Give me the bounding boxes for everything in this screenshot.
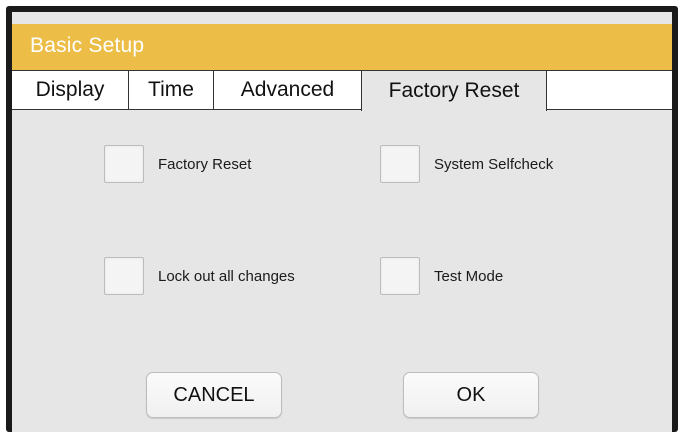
ok-button[interactable]: OK bbox=[403, 372, 539, 418]
option-lock-out-all-changes: Lock out all changes bbox=[104, 257, 295, 295]
test-mode-label: Test Mode bbox=[434, 267, 504, 285]
lock-out-checkbox[interactable] bbox=[104, 257, 144, 295]
window-title: Basic Setup bbox=[30, 34, 145, 57]
system-selfcheck-checkbox[interactable] bbox=[380, 145, 420, 183]
tab-advanced[interactable]: Advanced bbox=[214, 71, 362, 109]
test-mode-checkbox[interactable] bbox=[380, 257, 420, 295]
lock-out-label: Lock out all changes bbox=[158, 267, 295, 285]
tab-content-panel: Factory Reset System Selfcheck Lock out … bbox=[12, 110, 672, 432]
title-bar: Basic Setup bbox=[12, 24, 672, 70]
cancel-button[interactable]: CANCEL bbox=[146, 372, 282, 418]
basic-setup-window: Basic Setup Display Time Advanced Factor… bbox=[12, 12, 672, 432]
factory-reset-label: Factory Reset bbox=[158, 155, 252, 173]
tab-bar: Display Time Advanced Factory Reset bbox=[12, 70, 672, 111]
tab-time[interactable]: Time bbox=[129, 71, 214, 109]
system-selfcheck-label: System Selfcheck bbox=[434, 155, 554, 173]
tab-display[interactable]: Display bbox=[12, 71, 129, 109]
option-test-mode: Test Mode bbox=[380, 257, 503, 295]
option-factory-reset: Factory Reset bbox=[104, 145, 251, 183]
factory-reset-checkbox[interactable] bbox=[104, 145, 144, 183]
option-system-selfcheck: System Selfcheck bbox=[380, 145, 553, 183]
tab-factory-reset[interactable]: Factory Reset bbox=[361, 71, 547, 111]
